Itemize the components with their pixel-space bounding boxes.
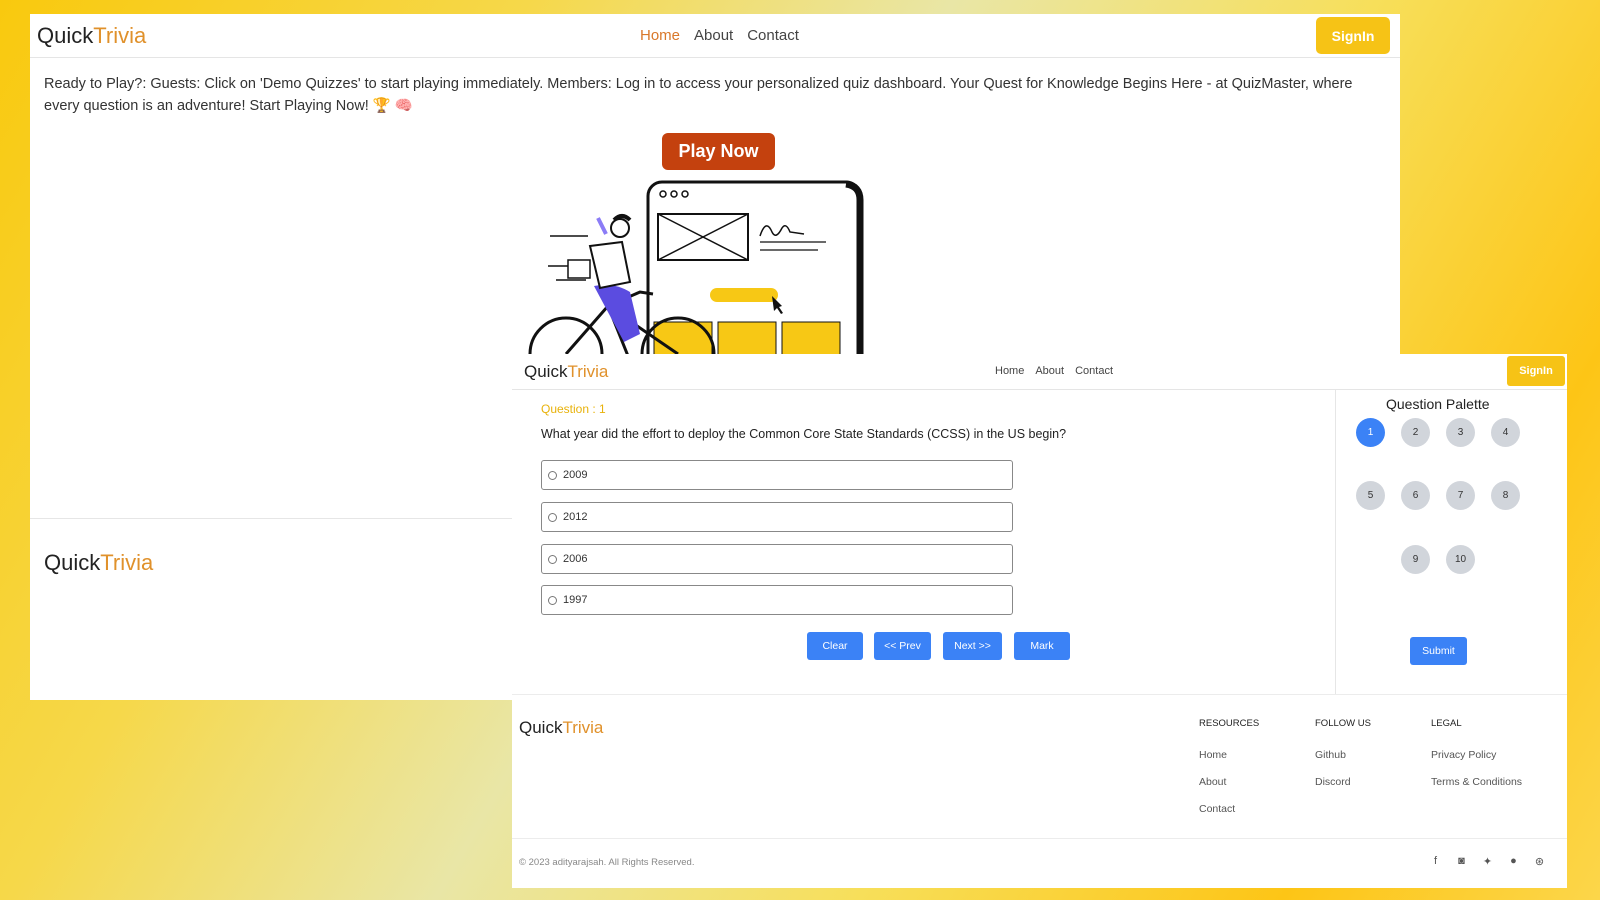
logo-trivia: Trivia [100, 550, 154, 575]
logo-quick: Quick [37, 23, 94, 48]
palette-question-button[interactable]: 8 [1491, 481, 1520, 510]
footer-terms-link[interactable]: Terms & Conditions [1431, 776, 1522, 788]
palette-question-button[interactable]: 1 [1356, 418, 1385, 447]
answer-option[interactable]: 1997 [541, 585, 1013, 615]
footer-follow-column: FOLLOW US Github Discord [1315, 718, 1371, 803]
footer-divider [512, 694, 1567, 695]
radio-icon[interactable] [548, 595, 557, 605]
radio-icon[interactable] [548, 554, 557, 564]
palette-divider [1335, 390, 1336, 695]
option-label: 1997 [563, 594, 588, 606]
submit-button[interactable]: Submit [1410, 637, 1467, 665]
mark-button[interactable]: Mark [1014, 632, 1070, 660]
footer-bottom-divider [512, 838, 1567, 839]
brand-logo[interactable]: QuickTrivia [37, 23, 146, 49]
dribbble-icon[interactable]: ⊛ [1533, 855, 1546, 868]
footer-legal-column: LEGAL Privacy Policy Terms & Conditions [1431, 718, 1522, 803]
brand-logo[interactable]: QuickTrivia [524, 362, 608, 382]
clear-button[interactable]: Clear [807, 632, 863, 660]
copyright-text: © 2023 adityarajsah. All Rights Reserved… [519, 857, 695, 868]
palette-question-button[interactable]: 2 [1401, 418, 1430, 447]
logo-quick: Quick [44, 550, 101, 575]
github-icon[interactable]: ● [1507, 855, 1520, 868]
nav-home-link[interactable]: Home [640, 27, 680, 44]
palette-question-button[interactable]: 6 [1401, 481, 1430, 510]
nav-about-link[interactable]: About [1035, 365, 1064, 377]
radio-icon[interactable] [548, 512, 557, 522]
signin-button[interactable]: SignIn [1316, 17, 1390, 54]
landing-navbar: QuickTrivia Home About Contact SignIn [30, 14, 1400, 58]
footer-discord-link[interactable]: Discord [1315, 776, 1371, 788]
logo-quick: Quick [524, 362, 568, 381]
option-label: 2012 [563, 511, 588, 523]
cyclist-illustration [528, 180, 864, 376]
landing-footer-logo: QuickTrivia [44, 550, 153, 576]
twitter-icon[interactable]: ✦ [1481, 855, 1494, 868]
palette-title: Question Palette [1386, 396, 1490, 412]
answer-option[interactable]: 2012 [541, 502, 1013, 532]
footer-resources-title: RESOURCES [1199, 718, 1260, 729]
palette-question-button[interactable]: 4 [1491, 418, 1520, 447]
nav-contact-link[interactable]: Contact [747, 27, 799, 44]
footer-github-link[interactable]: Github [1315, 749, 1371, 761]
footer-resources-column: RESOURCES Home About Contact [1199, 718, 1259, 830]
nav-home-link[interactable]: Home [995, 365, 1024, 377]
option-label: 2006 [563, 553, 588, 565]
quiz-navbar: QuickTrivia Home About Contact SignIn [512, 354, 1567, 390]
landing-nav-links: Home About Contact [640, 27, 799, 44]
footer-legal-title: LEGAL [1431, 718, 1462, 729]
radio-icon[interactable] [548, 470, 557, 480]
palette-question-button[interactable]: 9 [1401, 545, 1430, 574]
quiz-nav-links: Home About Contact [995, 365, 1113, 377]
footer-logo: QuickTrivia [519, 718, 603, 738]
footer-follow-title: FOLLOW US [1315, 718, 1371, 729]
quiz-window: QuickTrivia Home About Contact SignIn Qu… [512, 354, 1567, 888]
palette-question-button[interactable]: 3 [1446, 418, 1475, 447]
logo-trivia: Trivia [567, 362, 609, 381]
next-button[interactable]: Next >> [943, 632, 1002, 660]
answer-option[interactable]: 2006 [541, 544, 1013, 574]
palette-question-button[interactable]: 5 [1356, 481, 1385, 510]
nav-contact-link[interactable]: Contact [1075, 365, 1113, 377]
option-label: 2009 [563, 469, 588, 481]
question-text: What year did the effort to deploy the C… [541, 427, 1067, 441]
social-links: f ◙ ✦ ● ⊛ [1429, 855, 1546, 868]
footer-privacy-link[interactable]: Privacy Policy [1431, 749, 1522, 761]
landing-footer-divider [30, 518, 530, 519]
footer-about-link[interactable]: About [1199, 776, 1259, 788]
facebook-icon[interactable]: f [1429, 855, 1442, 868]
intro-text: Ready to Play?: Guests: Click on 'Demo Q… [44, 76, 1353, 114]
footer-contact-link[interactable]: Contact [1199, 803, 1259, 815]
answer-option[interactable]: 2009 [541, 460, 1013, 490]
signin-button[interactable]: SignIn [1507, 356, 1565, 386]
question-number-label: Question : 1 [541, 402, 606, 416]
nav-about-link[interactable]: About [694, 27, 733, 44]
discord-icon[interactable]: ◙ [1455, 855, 1468, 868]
palette-question-button[interactable]: 7 [1446, 481, 1475, 510]
prev-button[interactable]: << Prev [874, 632, 931, 660]
play-now-button[interactable]: Play Now [662, 133, 775, 170]
logo-trivia: Trivia [93, 23, 147, 48]
logo-quick: Quick [519, 718, 563, 737]
palette-question-button[interactable]: 10 [1446, 545, 1475, 574]
footer-home-link[interactable]: Home [1199, 749, 1259, 761]
logo-trivia: Trivia [562, 718, 604, 737]
